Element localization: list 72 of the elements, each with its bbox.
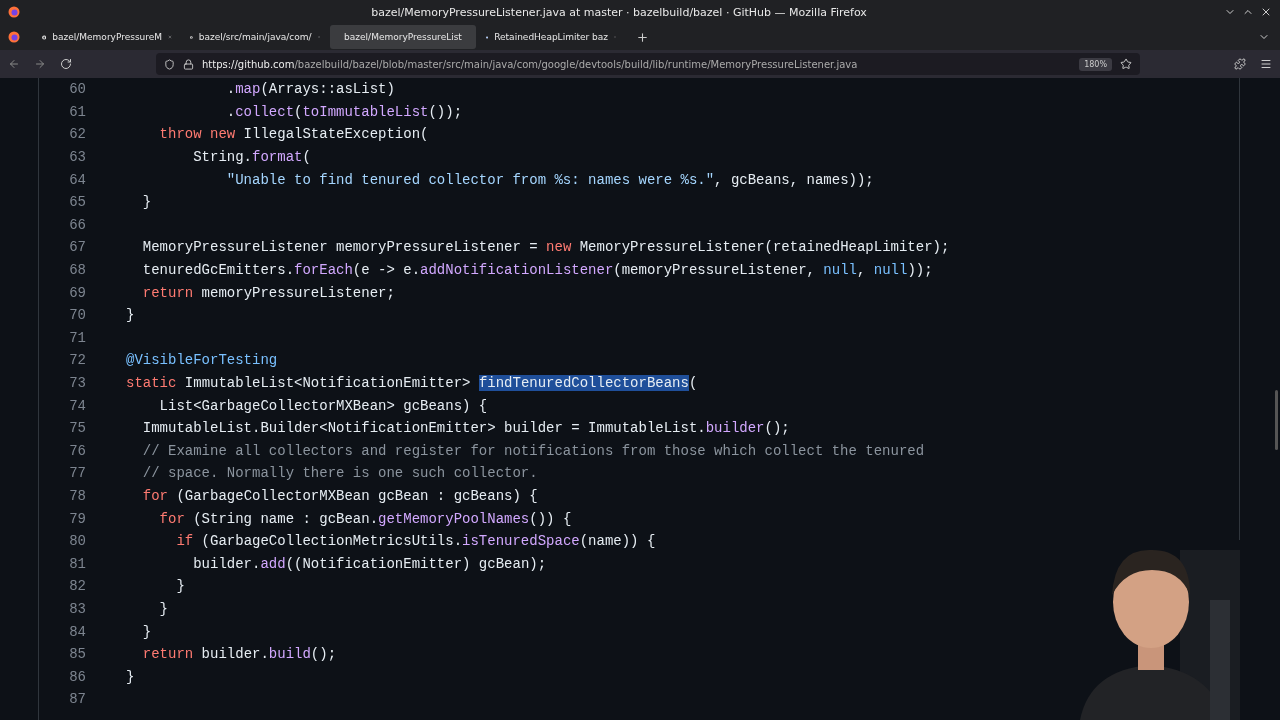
code-line: String.format( xyxy=(192,149,311,166)
line-number: 67 xyxy=(68,239,86,256)
code-line: // space. Normally there is one such collector. xyxy=(141,465,538,482)
line-number: 75 xyxy=(68,420,86,437)
window-title: bazel/MemoryPressureListener.java at master · bazelbuild/bazel · GitHub — Mozilla Firefox xyxy=(370,5,868,19)
line-number: 78 xyxy=(68,488,86,504)
line-number: 69 xyxy=(68,284,86,301)
line-number: 76 xyxy=(68,442,86,459)
browser-tab[interactable]: RetainedHeapLimiter baz xyxy=(478,25,624,49)
scrollbar[interactable] xyxy=(1275,390,1278,450)
bookmark-star-icon[interactable] xyxy=(1120,58,1132,70)
code-line: } xyxy=(141,194,152,211)
new-tab-icon[interactable] xyxy=(636,30,649,44)
line-number: 80 xyxy=(68,533,86,550)
browser-tab[interactable]: bazel/MemoryPressureList xyxy=(330,25,476,49)
line-number: 84 xyxy=(68,623,86,640)
code-line: } xyxy=(126,307,135,324)
code-line: MemoryPressureListener memoryPressureListener = new MemoryPressureListener(retainedHeapLimiter); xyxy=(141,239,950,256)
line-number: 66 xyxy=(68,216,86,233)
code-line: throw new IllegalStateException( xyxy=(158,126,429,143)
line-number: 60 xyxy=(68,81,86,98)
browser-tab[interactable]: bazel/MemoryPressureM xyxy=(34,25,180,49)
code-line: return builder.build(); xyxy=(141,646,337,663)
code-line: tenuredGcEmitters.forEach(e -> e.addNotificationListener(memoryPressureListener, null, null)); xyxy=(141,262,933,279)
line-number: 72 xyxy=(68,352,86,369)
line-number: 71 xyxy=(68,329,86,346)
code-line: } xyxy=(141,623,152,640)
extensions-icon[interactable] xyxy=(1234,58,1246,70)
code-line: } xyxy=(158,600,168,617)
line-number: 70 xyxy=(68,307,86,324)
code-line: } xyxy=(126,668,135,685)
code-line: } xyxy=(175,578,185,595)
browser-tab[interactable]: bazel/src/main/java/com/ xyxy=(182,25,328,49)
line-number: 83 xyxy=(68,600,86,617)
firefox-icon[interactable] xyxy=(8,31,20,43)
forward-icon[interactable] xyxy=(34,58,46,70)
reload-icon[interactable] xyxy=(60,58,72,70)
line-number: 64 xyxy=(68,171,86,188)
shield-icon[interactable] xyxy=(164,58,175,70)
address-bar[interactable]: https://github.com/bazelbuild/bazel/blob/master/src/main/java/com/google/devtools/build/lib/runtime/MemoryPressureListener.java 180% xyxy=(156,53,1140,75)
code-line: builder.add((NotificationEmitter) gcBean); xyxy=(192,555,547,572)
code-line: List<GarbageCollectorMXBean> gcBeans) { xyxy=(158,397,488,414)
line-number: 65 xyxy=(68,194,86,211)
lock-icon xyxy=(183,58,194,70)
line-number: 82 xyxy=(68,578,86,595)
line-number: 74 xyxy=(68,397,86,414)
line-number: 73 xyxy=(68,375,86,391)
code-line: .collect(toImmutableList()); xyxy=(225,103,463,120)
code-line: return memoryPressureListener; xyxy=(141,284,395,301)
back-icon[interactable] xyxy=(8,58,20,70)
line-number: 68 xyxy=(68,262,86,279)
code-line: if (GarbageCollectionMetricsUtils.isTenuredSpace(name)) { xyxy=(175,533,656,550)
code-line: // Examine all collectors and register for notifications from those which collect the tenured xyxy=(141,442,925,459)
code-line: for (GarbageCollectorMXBean gcBean : gcBeans) { xyxy=(141,488,538,504)
code-line: static ImmutableList<NotificationEmitter> findTenuredCollectorBeans( xyxy=(126,375,698,391)
code-line: .map(Arrays::asList) xyxy=(225,81,395,98)
line-number: 63 xyxy=(68,149,86,166)
menu-icon[interactable] xyxy=(1260,58,1272,70)
code-line: @VisibleForTesting xyxy=(126,352,278,369)
line-number: 87 xyxy=(68,691,86,708)
line-number: 77 xyxy=(68,465,86,482)
line-number: 62 xyxy=(68,126,86,143)
line-number: 85 xyxy=(68,646,86,663)
line-number: 79 xyxy=(68,510,86,527)
line-number: 86 xyxy=(68,668,86,685)
line-number: 81 xyxy=(68,555,86,572)
firefox-icon xyxy=(8,6,20,18)
line-number: 61 xyxy=(68,103,86,120)
code-line: for (String name : gcBean.getMemoryPoolNames()) { xyxy=(158,510,572,527)
zoom-level[interactable]: 180% xyxy=(1079,57,1112,71)
code-line: ImmutableList.Builder<NotificationEmitter> builder = ImmutableList.builder(); xyxy=(141,420,790,437)
code-line: "Unable to find tenured collector from %s: names were %s.", gcBeans, names)); xyxy=(225,171,874,188)
